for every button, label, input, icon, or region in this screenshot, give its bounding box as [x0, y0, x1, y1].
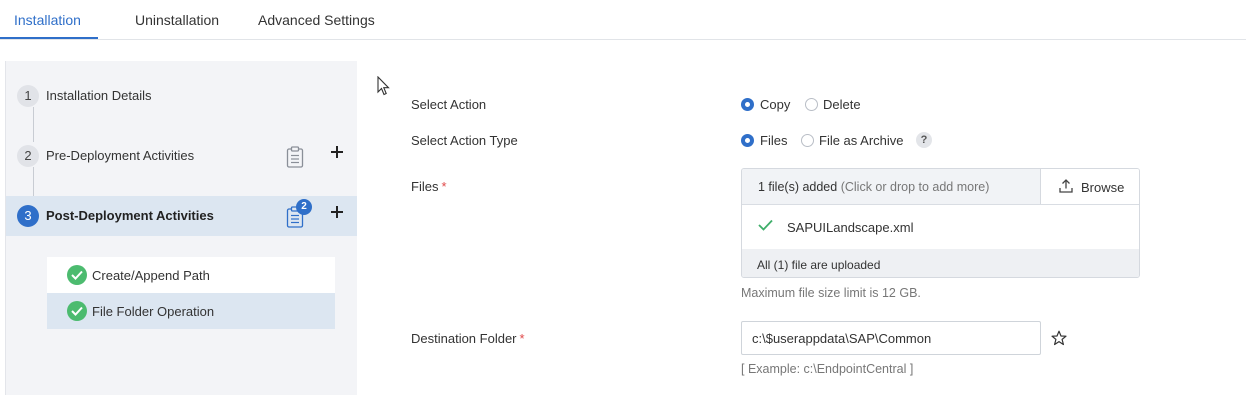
sub-item-label: File Folder Operation [92, 304, 215, 319]
files-label: Files * [411, 179, 447, 194]
file-upload-box[interactable]: 1 file(s) added (Click or drop to add mo… [741, 168, 1140, 278]
activity-count-badge: 2 [296, 199, 312, 215]
required-marker: * [519, 331, 525, 346]
step-label: Installation Details [46, 88, 152, 103]
steps-panel: 1 Installation Details 2 Pre-Deployment … [5, 61, 357, 395]
star-icon[interactable] [1051, 330, 1067, 346]
destination-example-text: [ Example: c:\EndpointCentral ] [741, 362, 914, 376]
radio-files[interactable] [741, 134, 754, 147]
radio-file-as-archive[interactable] [801, 134, 814, 147]
checkmark-icon [758, 219, 773, 231]
radio-copy[interactable] [741, 98, 754, 111]
radio-delete-label[interactable]: Delete [823, 97, 861, 112]
step-label: Post-Deployment Activities [46, 208, 214, 223]
file-size-limit-text: Maximum file size limit is 12 GB. [741, 286, 921, 300]
tab-installation[interactable]: Installation [14, 12, 81, 28]
tab-uninstallation[interactable]: Uninstallation [135, 12, 219, 28]
required-marker: * [441, 179, 447, 194]
list-item: SAPUILandscape.xml [742, 205, 1139, 248]
radio-copy-label[interactable]: Copy [760, 97, 790, 112]
step-installation-details[interactable]: 1 Installation Details [6, 76, 357, 116]
sub-item-label: Create/Append Path [92, 268, 210, 283]
tab-bar: Installation Uninstallation Advanced Set… [0, 0, 1246, 40]
sub-item-file-folder-operation[interactable]: File Folder Operation [47, 293, 335, 329]
tab-advanced-settings[interactable]: Advanced Settings [258, 12, 375, 28]
add-post-deployment-icon[interactable] [330, 205, 344, 219]
step-number: 3 [17, 205, 39, 227]
step-label: Pre-Deployment Activities [46, 148, 195, 163]
mouse-cursor-icon [377, 76, 390, 96]
help-icon[interactable]: ? [916, 132, 932, 148]
step-post-deployment[interactable]: 3 Post-Deployment Activities 2 [6, 196, 357, 236]
check-circle-icon [67, 301, 87, 321]
step-pre-deployment[interactable]: 2 Pre-Deployment Activities [6, 136, 357, 176]
file-drop-zone[interactable]: 1 file(s) added (Click or drop to add mo… [742, 169, 1139, 205]
uploaded-file-name: SAPUILandscape.xml [787, 220, 914, 235]
browse-button[interactable]: Browse [1040, 169, 1139, 204]
radio-delete[interactable] [805, 98, 818, 111]
radio-file-as-archive-label[interactable]: File as Archive [819, 133, 904, 148]
upload-icon [1059, 179, 1073, 193]
files-added-count: 1 file(s) added (Click or drop to add mo… [758, 180, 990, 194]
destination-folder-label: Destination Folder * [411, 331, 525, 346]
upload-status-text: All (1) file are uploaded [757, 258, 881, 272]
browse-label: Browse [1081, 180, 1125, 195]
active-tab-indicator [0, 37, 98, 39]
check-circle-icon [67, 265, 87, 285]
select-action-label: Select Action [411, 97, 487, 112]
clipboard-icon[interactable] [286, 146, 304, 168]
sub-item-create-append-path[interactable]: Create/Append Path [47, 257, 335, 293]
destination-folder-input[interactable] [741, 321, 1041, 355]
select-action-type-label: Select Action Type [411, 133, 518, 148]
radio-files-label[interactable]: Files [760, 133, 787, 148]
step-number: 2 [17, 145, 39, 167]
add-pre-deployment-icon[interactable] [330, 145, 344, 159]
upload-status-bar: All (1) file are uploaded [742, 249, 1139, 277]
step-number: 1 [17, 85, 39, 107]
